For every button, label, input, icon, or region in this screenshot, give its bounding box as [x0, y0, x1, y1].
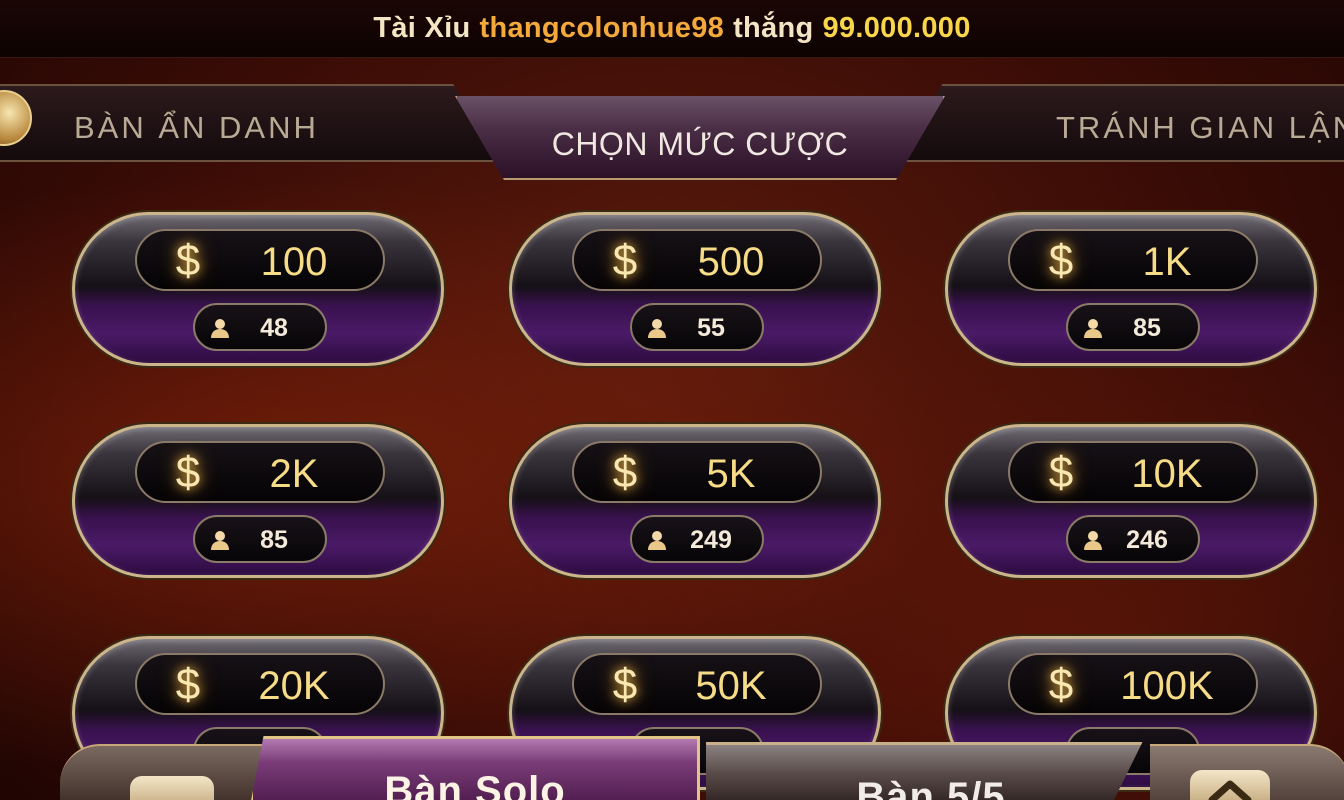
- ticker-amount: 99.000.000: [822, 12, 971, 44]
- expand-button[interactable]: [1150, 744, 1344, 800]
- player-count-pill: 85: [193, 515, 327, 563]
- tab-label: Bàn Solo: [384, 769, 566, 800]
- tab-label: Bàn 5/5: [856, 775, 1006, 800]
- bet-amount-pill: $ 5K: [572, 441, 822, 503]
- tab-label: TRÁNH GIAN LẬN: [1056, 110, 1344, 145]
- tab-label: BÀN ẨN DANH: [74, 110, 319, 145]
- dollar-icon: $: [1048, 448, 1074, 497]
- dollar-icon: $: [612, 236, 638, 285]
- bet-option[interactable]: $ 100 48: [72, 212, 444, 366]
- player-count: 246: [1126, 526, 1168, 554]
- user-icon: [648, 319, 666, 338]
- user-icon: [211, 319, 229, 338]
- bet-option[interactable]: $ 1K 85: [945, 212, 1317, 366]
- player-count-pill: 85: [1066, 303, 1200, 351]
- bet-amount: 500: [697, 240, 765, 284]
- player-count: 85: [260, 526, 288, 554]
- tab-anonymous-table[interactable]: BÀN ẨN DANH: [0, 84, 500, 162]
- bet-amount-pill: $ 500: [572, 229, 822, 291]
- dollar-icon: $: [612, 660, 638, 709]
- dollar-icon: $: [175, 448, 201, 497]
- dollar-icon: $: [175, 660, 201, 709]
- player-count: 48: [260, 314, 288, 342]
- bet-amount-pill: $ 1K: [1008, 229, 1258, 291]
- user-icon: [648, 531, 666, 550]
- bet-amount: 100: [260, 240, 328, 284]
- bet-amount-pill: $ 10K: [1008, 441, 1258, 503]
- player-count: 249: [690, 526, 732, 554]
- bet-amount-pill: $ 100: [135, 229, 385, 291]
- bet-option[interactable]: $ 5K 249: [509, 424, 881, 578]
- bet-option[interactable]: $ 10K 246: [945, 424, 1317, 578]
- bet-amount: 2K: [269, 452, 319, 496]
- dollar-icon: $: [612, 448, 638, 497]
- bet-amount: 10K: [1131, 452, 1203, 496]
- user-icon: [211, 531, 229, 550]
- user-icon: [1084, 319, 1102, 338]
- tab-choose-bet[interactable]: CHỌN MỨC CƯỢC: [455, 96, 945, 180]
- bet-amount-pill: $ 2K: [135, 441, 385, 503]
- dollar-icon: $: [1048, 660, 1074, 709]
- bet-amount: 20K: [258, 664, 330, 708]
- dollar-icon: $: [1048, 236, 1074, 285]
- menu-icon: [130, 776, 214, 800]
- player-count-pill: 55: [630, 303, 764, 351]
- tab-label: CHỌN MỨC CƯỢC: [551, 126, 849, 162]
- ticker-verb: thắng: [733, 12, 814, 44]
- bet-option[interactable]: $ 500 55: [509, 212, 881, 366]
- player-count: 85: [1133, 314, 1161, 342]
- player-count: 55: [697, 314, 725, 342]
- bet-amount: 100K: [1120, 664, 1214, 708]
- tab-table-solo[interactable]: Bàn Solo: [250, 736, 700, 800]
- tab-bar: BÀN ẨN DANH TRÁNH GIAN LẬN CHỌN MỨC CƯỢC: [0, 82, 1344, 182]
- bet-amount-pill: $ 50K: [572, 653, 822, 715]
- tab-anti-cheat[interactable]: TRÁNH GIAN LẬN: [900, 84, 1344, 162]
- player-count-pill: 246: [1066, 515, 1200, 563]
- bet-amount: 50K: [695, 664, 767, 708]
- bet-amount-pill: $ 100K: [1008, 653, 1258, 715]
- bet-amount-pill: $ 20K: [135, 653, 385, 715]
- chevron-up-icon: [1190, 770, 1270, 800]
- bet-option[interactable]: $ 2K 85: [72, 424, 444, 578]
- bottom-bar: Bàn 5/5 Bàn Solo: [0, 736, 1344, 800]
- user-icon: [1084, 531, 1102, 550]
- player-count-pill: 48: [193, 303, 327, 351]
- tab-table-5v5[interactable]: Bàn 5/5: [706, 742, 1143, 800]
- ticker-user: thangcolonhue98: [479, 12, 725, 44]
- bet-amount: 5K: [706, 452, 756, 496]
- player-count-pill: 249: [630, 515, 764, 563]
- ticker-game: Tài Xỉu: [373, 12, 471, 44]
- dollar-icon: $: [175, 236, 201, 285]
- bet-amount: 1K: [1142, 240, 1192, 284]
- win-ticker: Tài Xỉu thangcolonhue98 thắng 99.000.000: [0, 0, 1344, 58]
